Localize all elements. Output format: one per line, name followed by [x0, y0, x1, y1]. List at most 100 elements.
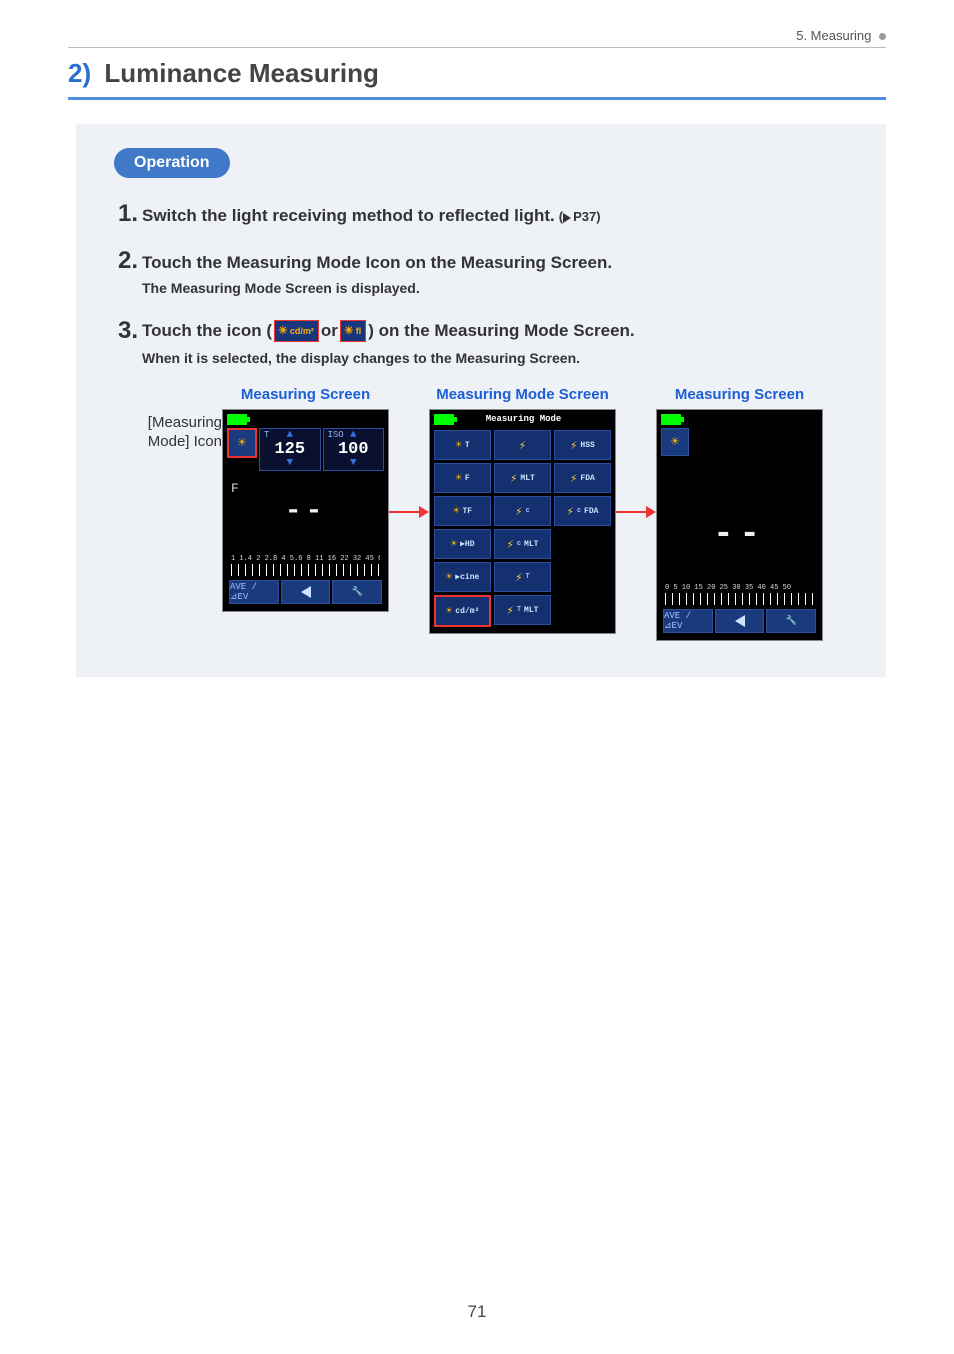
- triangle-left-icon: [735, 615, 745, 627]
- mode-label: FDA: [584, 507, 598, 516]
- mode-button[interactable]: ☀TF: [434, 496, 491, 526]
- ave-ev-button[interactable]: AVE / ⊿EV: [229, 580, 279, 604]
- mode-button[interactable]: ⚡: [494, 430, 551, 460]
- screen-3-column: Measuring Screen ☀ -- 0 5 10 15 2: [656, 386, 823, 641]
- step-text-post: ) on the Measuring Mode Screen.: [368, 319, 634, 344]
- mode-subscript: c: [577, 507, 581, 515]
- battery-icon: [434, 414, 454, 425]
- scale-ticks: [665, 593, 814, 605]
- measuring-screen-2: ☀ -- 0 5 10 15 20 25 30 35 40 45 50 AVE …: [656, 409, 823, 641]
- fl-icon: ☀fl: [340, 320, 366, 342]
- sun-icon: ☀: [446, 604, 453, 618]
- ref-arrow-icon: [563, 213, 571, 223]
- measuring-mode-icon-button[interactable]: ☀: [227, 428, 257, 458]
- mode-button-cdm2[interactable]: ☀cd/m²: [434, 595, 491, 627]
- mode-button[interactable]: ☀▶cine: [434, 562, 491, 592]
- content-block: Operation 1. Switch the light receiving …: [76, 124, 886, 677]
- flash-icon: ⚡: [515, 570, 522, 585]
- step-number: 3.: [106, 317, 138, 345]
- mode-label: MLT: [520, 474, 534, 483]
- sun-icon: ☀: [455, 438, 462, 452]
- value-dash: --: [661, 516, 818, 554]
- mode-button[interactable]: ⚡TMLT: [494, 595, 551, 625]
- step-text-mid: or: [321, 319, 338, 344]
- mode-button[interactable]: ⚡cMLT: [494, 529, 551, 559]
- ave-ev-button[interactable]: AVE / ⊿EV: [663, 609, 713, 633]
- screen-caption: Measuring Screen: [675, 386, 804, 403]
- settings-button[interactable]: 🔧: [332, 580, 382, 604]
- arrow-connector: [389, 506, 429, 518]
- mode-subscript: c: [517, 540, 521, 548]
- flash-icon: ⚡: [519, 438, 526, 453]
- cdm2-icon: ☀cd/m²: [274, 320, 319, 342]
- screen-topbar: [223, 410, 388, 428]
- sun-icon: ☀: [450, 537, 457, 551]
- triangle-left-icon: [301, 586, 311, 598]
- section-number: 2): [68, 58, 91, 88]
- step-ref: (P37): [559, 209, 601, 224]
- mode-button[interactable]: ☀F: [434, 463, 491, 493]
- mode-button[interactable]: ⚡MLT: [494, 463, 551, 493]
- flash-icon: ⚡: [507, 537, 514, 552]
- t-value: 125: [274, 441, 305, 458]
- mode-label: MLT: [524, 540, 538, 549]
- screen-topbar: Measuring Mode: [430, 410, 615, 428]
- sun-icon: ☀: [453, 504, 460, 518]
- step-number: 1.: [106, 200, 138, 228]
- breadcrumb-num: 5.: [796, 28, 807, 43]
- iso-param[interactable]: ISO ▲ 100 ▼: [323, 428, 385, 471]
- section-title-underline: [68, 97, 886, 100]
- mode-subscript: c: [526, 507, 530, 515]
- settings-button[interactable]: 🔧: [766, 609, 816, 633]
- mode-label: F: [465, 474, 470, 483]
- flash-icon: ⚡: [570, 438, 577, 453]
- breadcrumb-dot-icon: [879, 33, 886, 40]
- mode-button[interactable]: ⚡c: [494, 496, 551, 526]
- scale-numbers: 1 1.4 2 2.8 4 5.6 8 11 16 22 32 45 64 90: [231, 555, 380, 563]
- section-title: 2) Luminance Measuring: [68, 58, 886, 89]
- arrow-right-icon: [419, 506, 429, 518]
- screen-title: Measuring Mode: [486, 414, 562, 424]
- arrow-connector: [616, 506, 656, 518]
- mode-label: TF: [463, 507, 473, 516]
- flash-icon: ⚡: [507, 603, 514, 618]
- mode-label: ▶HD: [460, 539, 474, 549]
- screen-2-column: Measuring Mode Screen Measuring Mode ☀T⚡…: [429, 386, 616, 634]
- scale-ticks: [231, 564, 380, 576]
- sun-icon: ☀: [446, 570, 453, 584]
- arrow-right-icon: [646, 506, 656, 518]
- breadcrumb: 5. Measuring: [68, 28, 886, 43]
- mode-label: cd/m²: [455, 607, 479, 616]
- back-button[interactable]: [281, 580, 331, 604]
- sun-icon: ☀: [455, 471, 462, 485]
- mode-label: T: [465, 441, 470, 450]
- t-param[interactable]: T ▲ 125 ▼: [259, 428, 321, 471]
- mode-button[interactable]: ⚡T: [494, 562, 551, 592]
- mode-button[interactable]: ⚡HSS: [554, 430, 611, 460]
- mode-button[interactable]: ☀T: [434, 430, 491, 460]
- step-subtext: The Measuring Mode Screen is displayed.: [142, 279, 856, 299]
- f-value: --: [231, 496, 380, 527]
- wrench-icon: 🔧: [352, 587, 363, 597]
- measuring-screen-1: ☀ T ▲ 125 ▼ ISO ▲ 100 ▼: [222, 409, 389, 612]
- back-button[interactable]: [715, 609, 765, 633]
- step-text: Touch the Measuring Mode Icon on the Mea…: [142, 251, 612, 276]
- screen-caption: Measuring Mode Screen: [436, 386, 609, 403]
- flash-icon: ⚡: [567, 504, 574, 519]
- mode-button[interactable]: ☀▶HD: [434, 529, 491, 559]
- step-1: 1. Switch the light receiving method to …: [106, 200, 856, 229]
- page-number: 71: [0, 1302, 954, 1322]
- wrench-icon: 🔧: [786, 616, 797, 626]
- measuring-mode-callout: [Measuring Mode] Icon: [106, 414, 222, 452]
- sun-icon: ☀: [278, 324, 288, 337]
- iso-value: 100: [338, 441, 369, 458]
- iso-label: ISO: [328, 430, 344, 440]
- mode-button[interactable]: ⚡FDA: [554, 463, 611, 493]
- section-title-text: Luminance Measuring: [104, 58, 379, 88]
- mode-subscript: T: [517, 606, 521, 614]
- breadcrumb-text: Measuring: [811, 28, 872, 43]
- measuring-mode-icon-button[interactable]: ☀: [661, 428, 689, 456]
- mode-button[interactable]: ⚡cFDA: [554, 496, 611, 526]
- chevron-down-icon: ▼: [350, 458, 357, 469]
- step-text-pre: Touch the icon (: [142, 319, 272, 344]
